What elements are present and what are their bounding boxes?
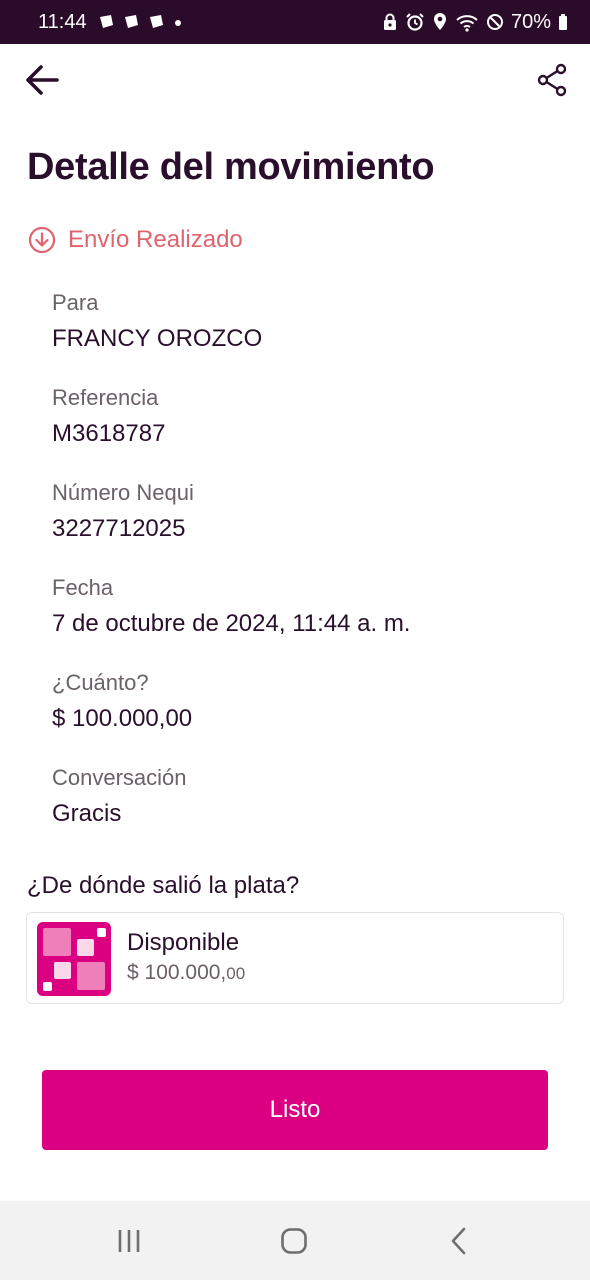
done-button[interactable]: Listo — [42, 1070, 548, 1150]
field-label: ¿Cuánto? — [52, 670, 149, 695]
more-notifications-dot-icon — [174, 20, 181, 26]
field-amount: ¿Cuánto? $ 100.000,00 — [52, 670, 192, 733]
notification-icons — [97, 13, 184, 31]
chevron-left-icon — [451, 1227, 466, 1255]
system-nav-bar — [0, 1201, 590, 1280]
field-value: FRANCY OROZCO — [52, 325, 263, 352]
status-indicators: 70% — [382, 11, 568, 34]
home-button[interactable] — [264, 1221, 324, 1261]
field-value: M3618787 — [52, 420, 166, 447]
field-date: Fecha 7 de octubre de 2024, 11:44 a. m. — [52, 575, 410, 638]
chat-notification-icon — [124, 15, 138, 28]
status-bar: 11:44 70% — [0, 0, 590, 44]
arrow-left-icon — [26, 65, 59, 95]
back-button[interactable] — [18, 58, 66, 102]
field-reference: Referencia M3618787 — [52, 385, 165, 448]
field-label: Para — [52, 290, 99, 315]
status-time: 11:44 — [38, 10, 87, 33]
available-balance-icon — [37, 922, 111, 996]
field-value: 7 de octubre de 2024, 11:44 a. m. — [52, 610, 411, 637]
amount-main: $ 100.000, — [127, 961, 227, 984]
location-icon — [433, 13, 446, 30]
battery-icon — [559, 14, 567, 30]
page-title: Detalle del movimiento — [27, 146, 435, 188]
field-label: Fecha — [52, 575, 114, 600]
chat-notification-icon — [99, 15, 113, 28]
home-icon — [281, 1228, 307, 1254]
transaction-status: Envío Realizado — [28, 226, 243, 254]
battery-percentage: 70% — [510, 10, 551, 33]
alarm-icon — [406, 13, 424, 31]
source-account-amount: $ 100.000,00 — [127, 961, 245, 985]
system-back-button[interactable] — [429, 1221, 489, 1261]
field-value: Gracis — [52, 800, 122, 827]
source-heading: ¿De dónde salió la plata? — [27, 872, 300, 899]
field-message: Conversación Gracis — [52, 765, 187, 828]
share-icon — [537, 63, 567, 97]
source-account-name: Disponible — [127, 929, 240, 956]
app-bar — [0, 44, 590, 118]
arrow-down-circle-icon — [28, 226, 56, 254]
recent-apps-icon — [118, 1230, 140, 1252]
source-account-card[interactable]: Disponible $ 100.000,00 — [26, 912, 564, 1004]
field-recipient: Para FRANCY OROZCO — [52, 290, 262, 353]
field-label: Referencia — [52, 385, 159, 410]
share-button[interactable] — [528, 58, 576, 102]
do-not-disturb-icon — [486, 14, 503, 30]
field-value: 3227712025 — [52, 515, 186, 542]
lock-icon — [383, 13, 396, 30]
field-label: Conversación — [52, 765, 187, 790]
chat-notification-icon — [149, 15, 163, 28]
recent-apps-button[interactable] — [99, 1221, 159, 1261]
field-value: $ 100.000,00 — [52, 705, 193, 732]
amount-cents: 00 — [226, 964, 246, 983]
wifi-icon — [456, 15, 478, 32]
field-label: Número Nequi — [52, 480, 194, 505]
field-nequi-number: Número Nequi 3227712025 — [52, 480, 194, 543]
transaction-status-text: Envío Realizado — [68, 226, 243, 253]
